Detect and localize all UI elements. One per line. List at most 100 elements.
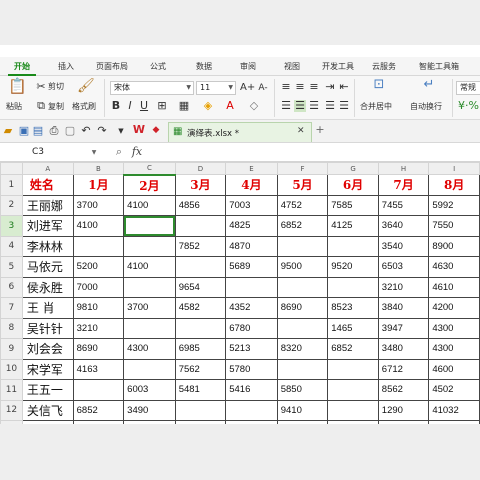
format-painter-icon[interactable]: 🖌 (77, 79, 95, 93)
justify-icon[interactable]: ☰ (324, 100, 336, 112)
column-header-e[interactable]: E (225, 162, 278, 175)
indent-icon[interactable]: ⇥ (324, 81, 336, 93)
value-cell[interactable]: 1465 (327, 317, 379, 339)
value-cell[interactable]: 4100 (123, 194, 176, 216)
value-cell[interactable]: 7852 (174, 235, 227, 257)
value-cell[interactable] (225, 399, 278, 421)
header-cell[interactable]: 1月 (72, 174, 125, 196)
name-cell[interactable]: 王 肖 (21, 297, 74, 319)
value-cell[interactable] (174, 399, 227, 421)
value-cell[interactable]: 9410 (276, 399, 329, 421)
row-header[interactable]: 11 (0, 379, 23, 401)
row-header[interactable]: 4 (0, 235, 23, 257)
app-menu-icon[interactable]: ◆ (150, 124, 162, 136)
name-cell[interactable]: 侯永胜 (21, 276, 74, 298)
value-cell[interactable]: 5992 (428, 194, 480, 216)
value-cell[interactable] (72, 235, 125, 257)
value-cell[interactable]: 4125 (327, 215, 379, 237)
value-cell[interactable]: 8523 (327, 297, 379, 319)
merge-center-icon[interactable]: ⊡ (370, 78, 388, 91)
value-cell[interactable] (327, 358, 379, 380)
column-header-g[interactable]: G (327, 162, 379, 175)
column-header-f[interactable]: F (276, 162, 329, 175)
column-header-h[interactable]: H (377, 162, 430, 175)
column-header-d[interactable]: D (174, 162, 227, 175)
name-cell[interactable]: 吴针针 (21, 317, 74, 339)
underline-button[interactable]: U (138, 100, 150, 112)
value-cell[interactable]: 3210 (377, 276, 430, 298)
value-cell[interactable]: 3480 (377, 338, 430, 360)
paste-button[interactable]: 粘贴 (6, 102, 22, 112)
value-cell[interactable] (123, 215, 176, 237)
customize-qat-icon[interactable]: ▼ (116, 125, 126, 137)
value-cell[interactable] (174, 317, 227, 339)
name-cell[interactable]: 王五一 (21, 379, 74, 401)
value-cell[interactable]: 6852 (276, 215, 329, 237)
value-cell[interactable]: 6003 (123, 379, 176, 401)
value-cell[interactable]: 7455 (377, 194, 430, 216)
value-cell[interactable]: 1290 (377, 399, 430, 421)
tab-formulas[interactable]: 公式 (142, 57, 174, 76)
bold-button[interactable]: B (110, 100, 122, 112)
value-cell[interactable]: 3490 (123, 399, 176, 421)
value-cell[interactable]: 3700 (72, 194, 125, 216)
header-cell[interactable]: 3月 (174, 174, 227, 196)
select-all-corner[interactable] (0, 162, 23, 175)
value-cell[interactable]: 4752 (276, 194, 329, 216)
align-bottom-icon[interactable]: ≡ (308, 81, 320, 93)
name-cell[interactable]: 马依元 (21, 256, 74, 278)
value-cell[interactable]: 5213 (225, 338, 278, 360)
borders-icon[interactable]: ▦ (178, 100, 190, 112)
value-cell[interactable]: 9500 (276, 256, 329, 278)
name-cell[interactable]: 刘会会 (21, 338, 74, 360)
value-cell[interactable]: 4100 (123, 256, 176, 278)
open-folder-icon[interactable]: ▰ (2, 125, 14, 137)
value-cell[interactable] (276, 235, 329, 257)
paste-icon[interactable]: 📋 (8, 79, 27, 94)
value-cell[interactable]: 4610 (428, 276, 480, 298)
value-cell[interactable]: 8900 (428, 235, 480, 257)
value-cell[interactable]: 4856 (174, 194, 227, 216)
value-cell[interactable] (72, 379, 125, 401)
document-tab[interactable]: ▦ 演绎表.xlsx * ✕ (168, 122, 312, 142)
name-cell[interactable]: 李林林 (21, 235, 74, 257)
value-cell[interactable]: 5200 (72, 256, 125, 278)
column-header-i[interactable]: I (428, 162, 480, 175)
value-cell[interactable]: 6712 (377, 358, 430, 380)
value-cell[interactable] (123, 276, 176, 298)
cut-icon[interactable]: ✂ (35, 81, 47, 93)
value-cell[interactable]: 4870 (225, 235, 278, 257)
formula-input[interactable] (148, 145, 478, 159)
fill-color-icon[interactable]: ◈ (202, 100, 214, 112)
value-cell[interactable] (327, 399, 379, 421)
currency-icon[interactable]: ¥·% (458, 100, 479, 112)
row-header[interactable]: 6 (0, 276, 23, 298)
value-cell[interactable]: 5689 (225, 256, 278, 278)
value-cell[interactable]: 3210 (72, 317, 125, 339)
value-cell[interactable] (225, 276, 278, 298)
name-cell[interactable]: 刘进军 (21, 215, 74, 237)
value-cell[interactable] (327, 235, 379, 257)
clear-format-icon[interactable]: ◇ (248, 100, 260, 112)
value-cell[interactable]: 7550 (428, 215, 480, 237)
outdent-icon[interactable]: ⇤ (338, 81, 350, 93)
chevron-down-icon[interactable]: ▼ (90, 147, 98, 159)
value-cell[interactable] (123, 235, 176, 257)
undo-icon[interactable]: ↶ (80, 125, 92, 137)
value-cell[interactable]: 8690 (72, 338, 125, 360)
merge-center-button[interactable]: 合并居中 (360, 102, 392, 112)
value-cell[interactable] (123, 317, 176, 339)
header-cell[interactable]: 6月 (327, 174, 379, 196)
row-header[interactable]: 5 (0, 256, 23, 278)
function-icon[interactable]: fx (130, 146, 144, 158)
column-header-b[interactable]: B (72, 162, 125, 175)
value-cell[interactable]: 4100 (72, 215, 125, 237)
value-cell[interactable]: 4300 (428, 338, 480, 360)
name-cell[interactable]: 王丽娜 (21, 194, 74, 216)
value-cell[interactable]: 8562 (377, 379, 430, 401)
value-cell[interactable]: 6503 (377, 256, 430, 278)
name-cell[interactable]: 宋学军 (21, 358, 74, 380)
shrink-font-icon[interactable]: A- (256, 82, 270, 94)
row-header[interactable]: 1 (0, 174, 23, 196)
value-cell[interactable]: 4502 (428, 379, 480, 401)
